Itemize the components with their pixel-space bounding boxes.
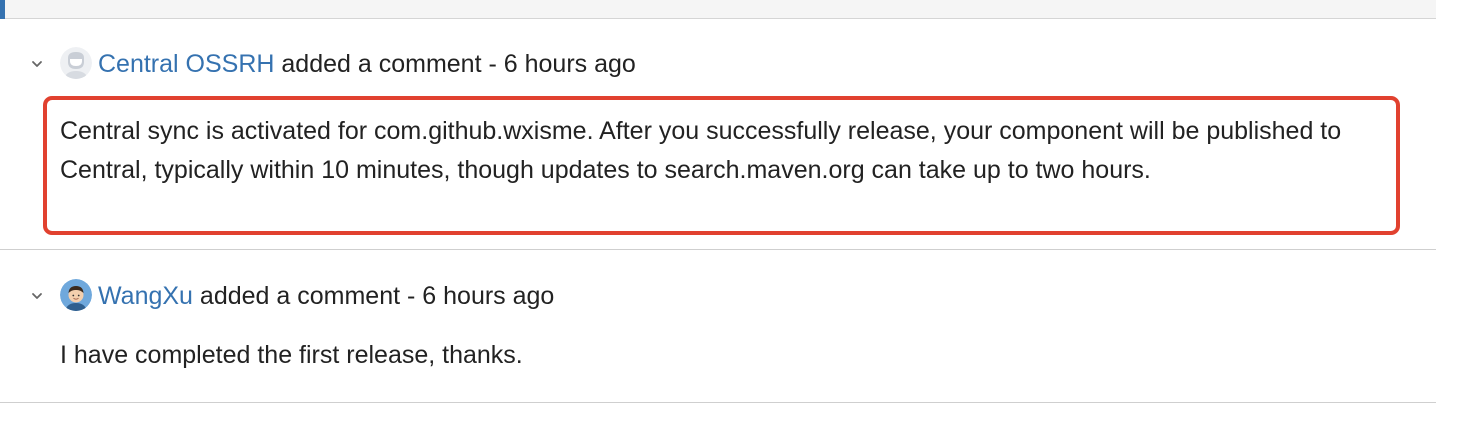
comment-header: Central OSSRH added a comment - 6 hours …: [0, 46, 1436, 82]
comment-body: I have completed the first release, than…: [60, 341, 523, 369]
chevron-down-icon[interactable]: [30, 289, 44, 303]
comment-timestamp[interactable]: 6 hours ago: [422, 278, 554, 314]
comment-item: Central OSSRH added a comment - 6 hours …: [0, 19, 1436, 250]
activity-panel: Central OSSRH added a comment - 6 hours …: [0, 0, 1460, 442]
comment-author-link[interactable]: Central OSSRH: [98, 46, 274, 82]
previous-comment-footer: [0, 0, 1436, 19]
comment-action: added a comment: [199, 282, 401, 310]
accent-marker: [0, 0, 5, 19]
comment-action: added a comment: [281, 50, 482, 78]
default-avatar-icon[interactable]: [60, 47, 92, 79]
comment-author-link[interactable]: WangXu: [98, 278, 193, 314]
comment-separator: -: [488, 50, 497, 78]
chevron-down-icon[interactable]: [30, 57, 44, 71]
comment-item: WangXu added a comment - 6 hours ago I h…: [0, 250, 1436, 403]
comment-body: Central sync is activated for com.github…: [60, 117, 1342, 184]
comment-header: WangXu added a comment - 6 hours ago: [0, 278, 1436, 314]
comment-separator: -: [407, 282, 416, 310]
user-avatar-icon[interactable]: [60, 279, 92, 311]
comment-timestamp[interactable]: 6 hours ago: [504, 46, 636, 82]
